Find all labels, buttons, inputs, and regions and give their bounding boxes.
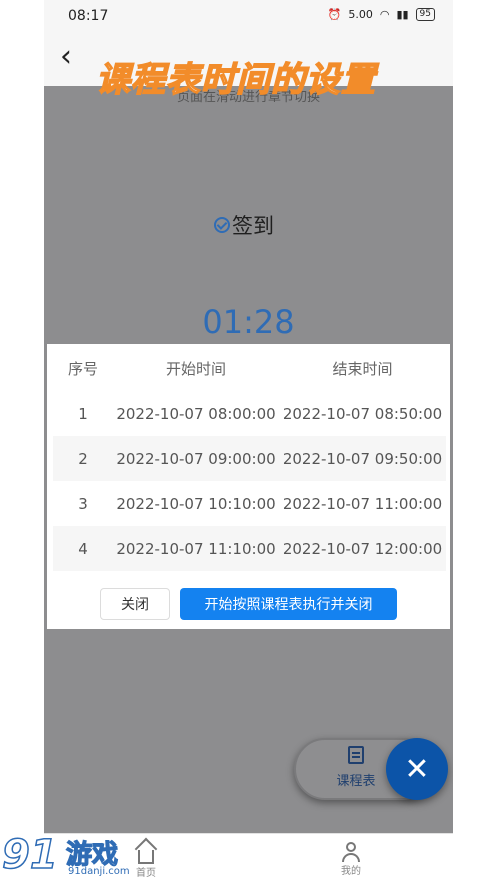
- table-row: 1 2022-10-07 08:00:00 2022-10-07 08:50:0…: [53, 391, 446, 436]
- row-index: 3: [78, 494, 88, 513]
- tab-mine-label: 我的: [341, 866, 361, 877]
- dialog-actions: 关闭 开始按照课程表执行并关闭: [47, 588, 450, 622]
- user-icon: [342, 842, 360, 862]
- wifi-icon: ◠: [379, 8, 390, 21]
- timer-display: 01:28: [202, 303, 295, 341]
- row-end: 2022-10-07 11:00:00: [282, 494, 443, 513]
- schedule-dialog: 序号 开始时间 结束时间 1 2022-10-07 08:00:00 2022-…: [47, 344, 450, 629]
- column-end: 结束时间: [332, 360, 393, 378]
- network-speed: 5.00: [348, 8, 373, 21]
- status-icons: ⏰ 5.00 ◠ ▮▮ 95: [328, 8, 435, 21]
- phone-screen: 08:17 ⏰ 5.00 ◠ ▮▮ 95 ‹ 页面在滑动进行章节切换 签到 01…: [44, 0, 453, 883]
- close-button[interactable]: 关闭: [100, 588, 170, 620]
- alarm-icon: ⏰: [327, 8, 342, 21]
- schedule-fab-button[interactable]: 课程表: [326, 746, 386, 789]
- overlay-caption: 课程表时间的设置: [95, 59, 376, 101]
- column-index: 序号: [67, 360, 98, 378]
- status-time: 08:17: [68, 8, 109, 24]
- row-index: 1: [78, 404, 88, 423]
- column-start: 开始时间: [165, 360, 226, 378]
- calendar-icon: [348, 746, 364, 764]
- watermark-number: 91: [1, 831, 58, 879]
- schedule-fab-label: 课程表: [336, 774, 376, 789]
- schedule-table: 序号 开始时间 结束时间 1 2022-10-07 08:00:00 2022-…: [53, 346, 446, 571]
- battery-indicator: 95: [415, 8, 435, 21]
- table-row: 2 2022-10-07 09:00:00 2022-10-07 09:50:0…: [53, 436, 446, 481]
- row-end: 2022-10-07 09:50:00: [282, 449, 443, 468]
- status-bar: 08:17 ⏰ 5.00 ◠ ▮▮ 95: [44, 0, 453, 34]
- table-row: 4 2022-10-07 11:10:00 2022-10-07 12:00:0…: [53, 526, 446, 571]
- back-arrow-icon[interactable]: ‹: [60, 42, 72, 72]
- row-start: 2022-10-07 11:10:00: [116, 539, 276, 558]
- watermark-url: 91danji.com: [68, 866, 130, 877]
- row-start: 2022-10-07 10:10:00: [116, 494, 276, 513]
- close-icon: ✕: [404, 751, 430, 787]
- signin-button[interactable]: 签到: [214, 210, 274, 240]
- row-start: 2022-10-07 09:00:00: [116, 449, 276, 468]
- signin-label: 签到: [232, 214, 274, 238]
- table-header: 序号 开始时间 结束时间: [53, 346, 446, 391]
- tab-mine[interactable]: 我的: [331, 842, 371, 877]
- row-index: 4: [78, 539, 88, 558]
- fab-close-button[interactable]: ✕: [386, 738, 448, 800]
- start-schedule-button[interactable]: 开始按照课程表执行并关闭: [180, 588, 397, 620]
- row-index: 2: [78, 449, 88, 468]
- watermark-logo: 91 游戏 91danji.com: [1, 831, 142, 880]
- row-start: 2022-10-07 08:00:00: [116, 404, 276, 423]
- check-circle-icon: [214, 217, 230, 233]
- table-row: 3 2022-10-07 10:10:00 2022-10-07 11:00:0…: [53, 481, 446, 526]
- row-end: 2022-10-07 08:50:00: [282, 404, 443, 423]
- row-end: 2022-10-07 12:00:00: [282, 539, 443, 558]
- signal-icon: ▮▮: [396, 8, 409, 21]
